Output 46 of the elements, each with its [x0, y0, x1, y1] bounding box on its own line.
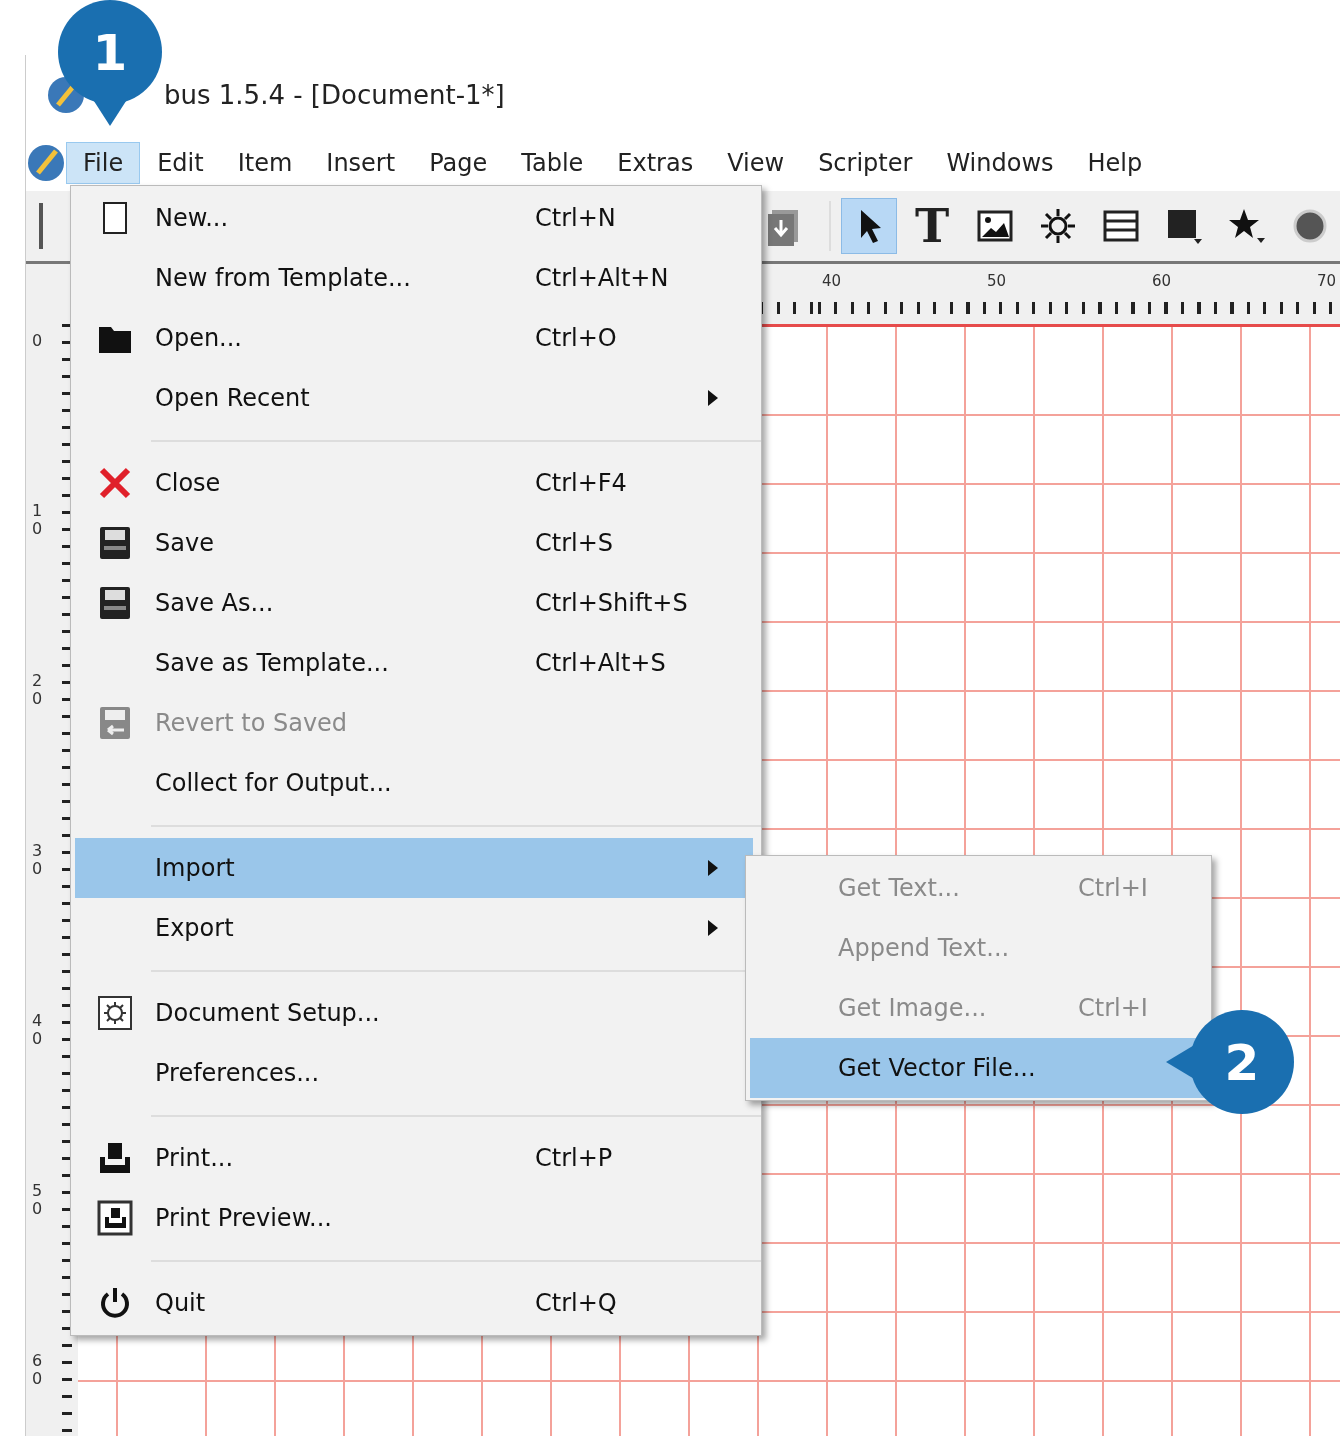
gear-icon [96, 994, 134, 1032]
menu-item[interactable]: Edit [140, 142, 221, 184]
menu-item[interactable]: Import [75, 838, 753, 898]
menu-item[interactable]: Table [504, 142, 601, 184]
ruler-label: 40 [821, 271, 843, 290]
menu-item[interactable]: File [66, 142, 141, 184]
menu-item[interactable]: New from Template... Ctrl+Alt+N [75, 248, 753, 308]
menu-item[interactable]: Save Ctrl+S [75, 513, 753, 573]
menu-item[interactable]: Collect for Output... [75, 753, 753, 813]
print-preview-icon [96, 1199, 134, 1237]
window-title: bus 1.5.4 - [Document-1*] [164, 80, 505, 110]
ruler-label: 50 [31, 1182, 44, 1220]
menu-item[interactable]: Close Ctrl+F4 [75, 453, 753, 513]
menu-item[interactable]: Quit Ctrl+Q [75, 1273, 753, 1333]
step-callout: 2 [1166, 1010, 1294, 1114]
ruler-label: 20 [31, 672, 44, 710]
menu-item[interactable]: Print... Ctrl+P [75, 1128, 753, 1188]
menu-item[interactable]: Open Recent [75, 368, 753, 428]
ruler-label: 70 [1316, 271, 1338, 290]
menu-item[interactable]: New... Ctrl+N [75, 188, 753, 248]
sun-icon [1038, 206, 1078, 246]
text-tool-button[interactable]: T [904, 198, 960, 254]
menu-item[interactable]: Save As... Ctrl+Shift+S [75, 573, 753, 633]
menu-item[interactable]: Get Vector File... [750, 1038, 1207, 1098]
ruler-label: 40 [31, 1012, 44, 1050]
menu-item[interactable]: Help [1070, 142, 1160, 184]
step-callout: 1 [58, 0, 162, 126]
ruler-label: 0 [31, 332, 44, 352]
menu-item[interactable]: Windows [929, 142, 1071, 184]
menu-item[interactable]: Insert [309, 142, 413, 184]
ruler-label: 60 [31, 1352, 44, 1390]
ruler-label: 60 [1151, 271, 1173, 290]
menu-item[interactable]: Extras [600, 142, 711, 184]
menu-item[interactable]: Print Preview... [75, 1188, 753, 1248]
menu-item[interactable]: Open... Ctrl+O [75, 308, 753, 368]
menu-item[interactable]: Scripter [801, 142, 930, 184]
app-logo-icon[interactable] [26, 143, 66, 183]
menu-item[interactable]: Save as Template... Ctrl+Alt+S [75, 633, 753, 693]
tool-button[interactable] [841, 198, 897, 254]
menu-item[interactable]: View [710, 142, 802, 184]
menu-item[interactable]: Item [220, 142, 310, 184]
ruler-label: 10 [31, 502, 44, 540]
ruler-label: 50 [986, 271, 1008, 290]
menu-item[interactable]: Page [412, 142, 505, 184]
toolbar-handle-icon [36, 201, 46, 251]
ruler-label: 30 [31, 842, 44, 880]
